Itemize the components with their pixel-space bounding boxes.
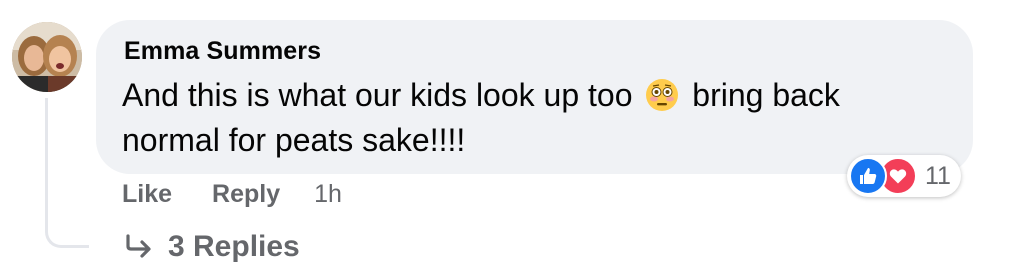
- comment-author[interactable]: Emma Summers: [124, 37, 321, 66]
- reply-arrow-icon: [124, 234, 154, 260]
- like-reaction-icon: [849, 157, 887, 195]
- reaction-count: 11: [925, 161, 951, 190]
- comment-container: Emma Summers And this is what our kids l…: [0, 0, 1024, 278]
- replies-label: 3 Replies: [168, 230, 300, 263]
- reaction-summary[interactable]: 11: [847, 155, 961, 197]
- comment-text-part-1: And this is what our kids look up too: [122, 77, 633, 113]
- flushed-face-emoji-icon: [645, 78, 679, 112]
- comment-actions: Like Reply 1h: [122, 180, 342, 209]
- thread-connector-line: [45, 98, 89, 248]
- profile-photo-icon: [12, 22, 82, 92]
- comment-timestamp[interactable]: 1h: [314, 180, 342, 209]
- comment-text: And this is what our kids look up too br…: [122, 73, 942, 163]
- reply-button[interactable]: Reply: [212, 180, 280, 209]
- like-button[interactable]: Like: [122, 180, 172, 209]
- avatar[interactable]: [12, 22, 82, 92]
- view-replies-button[interactable]: 3 Replies: [124, 230, 300, 264]
